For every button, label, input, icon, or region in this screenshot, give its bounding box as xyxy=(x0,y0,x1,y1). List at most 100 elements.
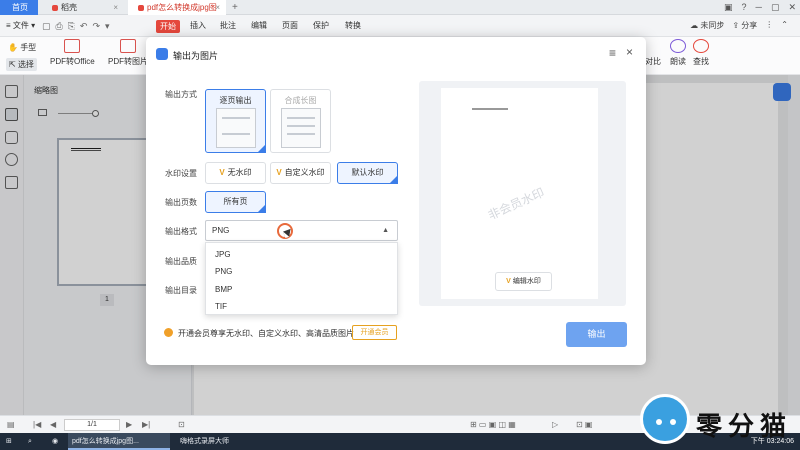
pdf-to-image-button[interactable]: PDF转图片 xyxy=(108,39,148,67)
help-icon[interactable]: ? xyxy=(742,0,747,15)
prev-page-icon[interactable]: ◀ xyxy=(50,420,56,429)
close-icon[interactable]: × xyxy=(113,0,118,15)
menu-right: ☁ 未同步 ⇪ 分享 ⋮ ⌃ xyxy=(690,20,788,31)
mode-page-by-page[interactable]: 逐页输出 xyxy=(205,89,266,153)
menu-page[interactable]: 页面 xyxy=(282,20,298,31)
menu-convert[interactable]: 转换 xyxy=(345,20,361,31)
tab-bar: 首页 稻壳 × pdf怎么转换成jpg图片.pdf × + ▣ ? ─ ▢ ✕ xyxy=(0,0,800,27)
watermark-label: 水印设置 xyxy=(165,169,197,178)
edit-watermark-button[interactable]: V 编辑水印 xyxy=(495,272,552,291)
pdf-to-image-icon xyxy=(120,39,136,53)
tab-home[interactable]: 首页 xyxy=(0,0,38,15)
chrome-icon[interactable]: ◉ xyxy=(52,433,58,450)
menu-start[interactable]: 开始 xyxy=(156,20,180,33)
format-option-jpg[interactable]: JPG xyxy=(215,250,231,259)
format-option-png[interactable]: PNG xyxy=(215,267,232,276)
edit-watermark-label: 编辑水印 xyxy=(512,278,541,285)
selected-check-corner xyxy=(257,204,266,213)
taskbar-app-pdf[interactable]: pdf怎么转换成jpg图... xyxy=(68,433,170,450)
pdf-icon xyxy=(138,5,144,11)
wm-custom-button[interactable]: V 自定义水印 xyxy=(270,162,331,184)
play-icon[interactable]: ▷ xyxy=(552,420,558,429)
find-button[interactable]: 查找 xyxy=(693,39,709,67)
minimize-button[interactable]: ─ xyxy=(756,0,762,15)
preview-watermark: 非会员水印 xyxy=(485,185,547,223)
daoke-icon xyxy=(52,5,58,11)
export-image-dialog: 输出为图片 ≡ × 输出方式 逐页输出 合成长图 水印设置 V 无水印 V 自定义水… xyxy=(146,37,646,365)
close-icon[interactable]: × xyxy=(215,0,220,15)
site-logo: 零分猫 xyxy=(638,392,798,450)
pdf-to-office-button[interactable]: PDF转Office xyxy=(50,39,95,67)
pdf-to-office-icon xyxy=(64,39,81,53)
preview-line xyxy=(222,133,250,135)
find-label: 查找 xyxy=(693,57,709,66)
tab-daoke-label: 稻壳 xyxy=(61,3,77,12)
logo-text: 零分猫 xyxy=(696,411,793,441)
wm-none-label: 无水印 xyxy=(227,168,252,177)
dialog-title: 输出为图片 xyxy=(173,51,219,61)
hand-label: 手型 xyxy=(20,43,37,52)
menu-edit[interactable]: 编辑 xyxy=(251,20,267,31)
read-aloud-icon xyxy=(670,39,686,53)
taskbar-app-recorder[interactable]: 嗨格式录屏大师 xyxy=(176,433,229,450)
menu-icon[interactable]: ≡ xyxy=(609,46,616,60)
menu-protect[interactable]: 保护 xyxy=(313,20,329,31)
menu-annotate[interactable]: 批注 xyxy=(220,20,236,31)
next-page-icon[interactable]: ▶ xyxy=(126,420,132,429)
select-tool[interactable]: ⇱ 选择 xyxy=(6,58,37,71)
mode-long-label: 合成长图 xyxy=(284,96,317,105)
layout-icon[interactable]: ▣ xyxy=(724,0,733,15)
preview-line xyxy=(287,133,315,135)
cat-logo-icon xyxy=(640,394,690,444)
layout-icons[interactable]: ⊡ ▣ xyxy=(576,420,592,429)
mode-page-preview xyxy=(216,108,256,148)
compare-label: 对比 xyxy=(645,57,661,66)
share-button[interactable]: ⇪ 分享 xyxy=(732,20,757,31)
new-tab-button[interactable]: + xyxy=(232,0,238,15)
search-icon[interactable]: ⌕ xyxy=(28,433,32,450)
view-mode-icons[interactable]: ⊞ ▭ ▣ ◫ ▦ xyxy=(470,420,516,429)
menu-insert[interactable]: 插入 xyxy=(190,20,206,31)
window-controls: ▣ ? ─ ▢ ✕ xyxy=(724,0,796,15)
fit-page-icon[interactable]: ⊡ xyxy=(178,420,185,429)
pages-all-button[interactable]: 所有页 xyxy=(205,191,266,213)
export-button[interactable]: 输出 xyxy=(566,322,627,347)
menu-bar: ≡ 文件 ▾ ▢⎙⎘↶↷▾ 开始 插入 批注 编辑 页面 保护 转换 ☁ 未同步… xyxy=(0,15,800,37)
close-window-button[interactable]: ✕ xyxy=(788,0,796,15)
preview-page: 非会员水印 xyxy=(441,88,598,299)
sidebar-toggle-icon[interactable]: ▤ xyxy=(7,420,15,429)
menu-file-label: 文件 xyxy=(12,21,29,30)
compare-button[interactable]: 对比 xyxy=(645,39,661,67)
page-indicator[interactable]: 1/1 xyxy=(64,419,120,431)
first-page-icon[interactable]: |◀ xyxy=(33,420,41,429)
sync-status[interactable]: ☁ 未同步 xyxy=(690,20,724,31)
format-option-tif[interactable]: TIF xyxy=(215,302,227,311)
preview-line xyxy=(287,125,315,127)
tab-daoke[interactable]: 稻壳 × xyxy=(42,0,124,15)
pdf-to-office-label: PDF转Office xyxy=(50,57,95,66)
maximize-button[interactable]: ▢ xyxy=(771,0,780,15)
format-select[interactable]: PNG ▲ xyxy=(205,220,398,241)
vip-badge-icon xyxy=(164,328,173,337)
mode-long-image[interactable]: 合成长图 xyxy=(270,89,331,153)
tab-pdf-document[interactable]: pdf怎么转换成jpg图片.pdf × xyxy=(128,0,226,27)
menu-file[interactable]: ≡ 文件 ▾ xyxy=(6,20,35,31)
hand-tool[interactable]: ✋ 手型 xyxy=(8,42,36,53)
last-page-icon[interactable]: ▶| xyxy=(142,420,150,429)
wm-default-button[interactable]: 默认水印 xyxy=(337,162,398,184)
quick-access-icons[interactable]: ▢⎙⎘↶↷▾ xyxy=(42,21,115,32)
read-aloud-button[interactable]: 朗读 xyxy=(670,39,686,67)
image-export-icon xyxy=(156,48,168,60)
format-option-bmp[interactable]: BMP xyxy=(215,285,232,294)
quality-label: 输出品质 xyxy=(165,257,197,266)
more-icon[interactable]: ⋮ xyxy=(765,20,773,31)
selected-check-corner xyxy=(257,144,266,153)
start-icon[interactable]: ⊞ xyxy=(6,433,12,450)
close-icon[interactable]: × xyxy=(626,45,633,59)
directory-label: 输出目录 xyxy=(165,286,197,295)
wm-none-button[interactable]: V 无水印 xyxy=(205,162,266,184)
open-member-button[interactable]: 开通会员 xyxy=(352,325,397,340)
preview-line xyxy=(222,117,250,119)
collapse-icon[interactable]: ⌃ xyxy=(781,20,788,31)
vip-icon: V xyxy=(219,168,225,177)
